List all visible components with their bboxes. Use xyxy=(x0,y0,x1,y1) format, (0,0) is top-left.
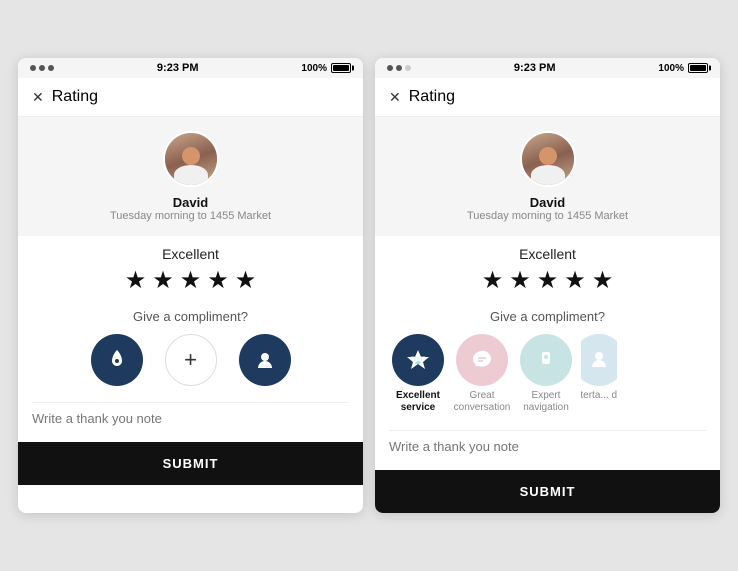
dot2-right xyxy=(396,65,402,71)
status-right-right: 100% xyxy=(658,63,708,74)
star-1-left[interactable]: ★ xyxy=(125,266,147,295)
star-5-right[interactable]: ★ xyxy=(592,266,614,295)
compliment-item-entertain-right[interactable]: Enterta... drivi xyxy=(581,334,617,402)
driver-name-left: David xyxy=(173,195,208,210)
star-4-right[interactable]: ★ xyxy=(564,266,586,295)
compliment-icon-rocket-left xyxy=(91,334,143,386)
driver-trip-right: Tuesday morning to 1455 Market xyxy=(467,210,628,222)
status-right-left: 100% xyxy=(301,63,351,74)
header-left: ✕ Rating xyxy=(18,78,363,117)
compliment-label-great-right: Great conversation xyxy=(453,390,511,414)
thank-you-section-left xyxy=(18,394,363,442)
compliment-section-left: Give a compliment? + xyxy=(18,301,363,394)
thank-you-section-right xyxy=(375,422,720,470)
avatar-left xyxy=(163,131,219,187)
dot3 xyxy=(48,65,54,71)
compliment-item-astronaut-left[interactable] xyxy=(233,334,297,386)
thank-you-input-right[interactable] xyxy=(389,430,706,462)
header-title-right: Rating xyxy=(409,88,455,106)
compliment-item-add-left[interactable]: + xyxy=(159,334,223,386)
driver-section-right: David Tuesday morning to 1455 Market xyxy=(375,117,720,236)
phone-right: 9:23 PM 100% ✕ Rating David Tuesday morn… xyxy=(375,58,720,513)
add-button-left[interactable]: + xyxy=(165,334,217,386)
compliment-label-entertain-right: Enterta... drivi xyxy=(581,390,617,402)
compliment-icon-astronaut-left xyxy=(239,334,291,386)
battery-fill-left xyxy=(333,65,349,71)
dot1-right xyxy=(387,65,393,71)
driver-trip-left: Tuesday morning to 1455 Market xyxy=(110,210,271,222)
signal-dots-left xyxy=(30,65,54,71)
battery-icon-left xyxy=(331,63,351,73)
compliment-items-left: + xyxy=(32,334,349,386)
compliment-icon-great-right xyxy=(456,334,508,386)
compliment-label-right: Give a compliment? xyxy=(389,309,706,324)
compliment-section-right: Give a compliment? Excellent service xyxy=(375,301,720,422)
phones-container: 9:23 PM 100% ✕ Rating David Tuesday morn… xyxy=(8,48,730,523)
signal-dots-right xyxy=(387,65,411,71)
rating-section-right: Excellent ★ ★ ★ ★ ★ xyxy=(375,236,720,301)
compliment-item-expert-right[interactable]: Expert navigation xyxy=(517,334,575,414)
time-left: 9:23 PM xyxy=(157,62,199,74)
star-2-right[interactable]: ★ xyxy=(509,266,531,295)
battery-fill-right xyxy=(690,65,706,71)
star-4-left[interactable]: ★ xyxy=(207,266,229,295)
avatar-img-left xyxy=(165,133,217,185)
compliment-icon-expert-right xyxy=(520,334,572,386)
compliment-label-left: Give a compliment? xyxy=(32,309,349,324)
star-1-right[interactable]: ★ xyxy=(482,266,504,295)
phone-left: 9:23 PM 100% ✕ Rating David Tuesday morn… xyxy=(18,58,363,513)
status-bar-right: 9:23 PM 100% xyxy=(375,58,720,78)
header-right: ✕ Rating xyxy=(375,78,720,117)
submit-button-right[interactable]: SUBMIT xyxy=(375,470,720,513)
star-2-left[interactable]: ★ xyxy=(152,266,174,295)
rating-label-right: Excellent xyxy=(389,246,706,262)
time-right: 9:23 PM xyxy=(514,62,556,74)
avatar-right xyxy=(520,131,576,187)
battery-icon-right xyxy=(688,63,708,73)
dot1 xyxy=(30,65,36,71)
dot3-right xyxy=(405,65,411,71)
close-button-left[interactable]: ✕ xyxy=(32,89,44,106)
rating-section-left: Excellent ★ ★ ★ ★ ★ xyxy=(18,236,363,301)
compliment-item-excellent-right[interactable]: Excellent service xyxy=(389,334,447,414)
header-title-left: Rating xyxy=(52,88,98,106)
avatar-img-right xyxy=(522,133,574,185)
submit-button-left[interactable]: SUBMIT xyxy=(18,442,363,485)
compliment-label-excellent-right: Excellent service xyxy=(389,390,447,414)
rating-label-left: Excellent xyxy=(32,246,349,262)
driver-name-right: David xyxy=(530,195,565,210)
star-3-right[interactable]: ★ xyxy=(537,266,559,295)
thank-you-input-left[interactable] xyxy=(32,402,349,434)
compliment-icon-excellent-right xyxy=(392,334,444,386)
battery-pct-right: 100% xyxy=(658,63,684,74)
compliment-icon-entertain-right xyxy=(581,334,617,386)
compliment-items-right: Excellent service Great conversation xyxy=(389,334,706,414)
stars-left[interactable]: ★ ★ ★ ★ ★ xyxy=(32,266,349,295)
stars-right[interactable]: ★ ★ ★ ★ ★ xyxy=(389,266,706,295)
battery-pct-left: 100% xyxy=(301,63,327,74)
close-button-right[interactable]: ✕ xyxy=(389,89,401,106)
compliment-item-rocket-left[interactable] xyxy=(85,334,149,386)
star-5-left[interactable]: ★ xyxy=(235,266,257,295)
dot2 xyxy=(39,65,45,71)
compliment-label-expert-right: Expert navigation xyxy=(517,390,575,414)
star-3-left[interactable]: ★ xyxy=(180,266,202,295)
compliment-item-great-right[interactable]: Great conversation xyxy=(453,334,511,414)
status-bar-left: 9:23 PM 100% xyxy=(18,58,363,78)
driver-section-left: David Tuesday morning to 1455 Market xyxy=(18,117,363,236)
